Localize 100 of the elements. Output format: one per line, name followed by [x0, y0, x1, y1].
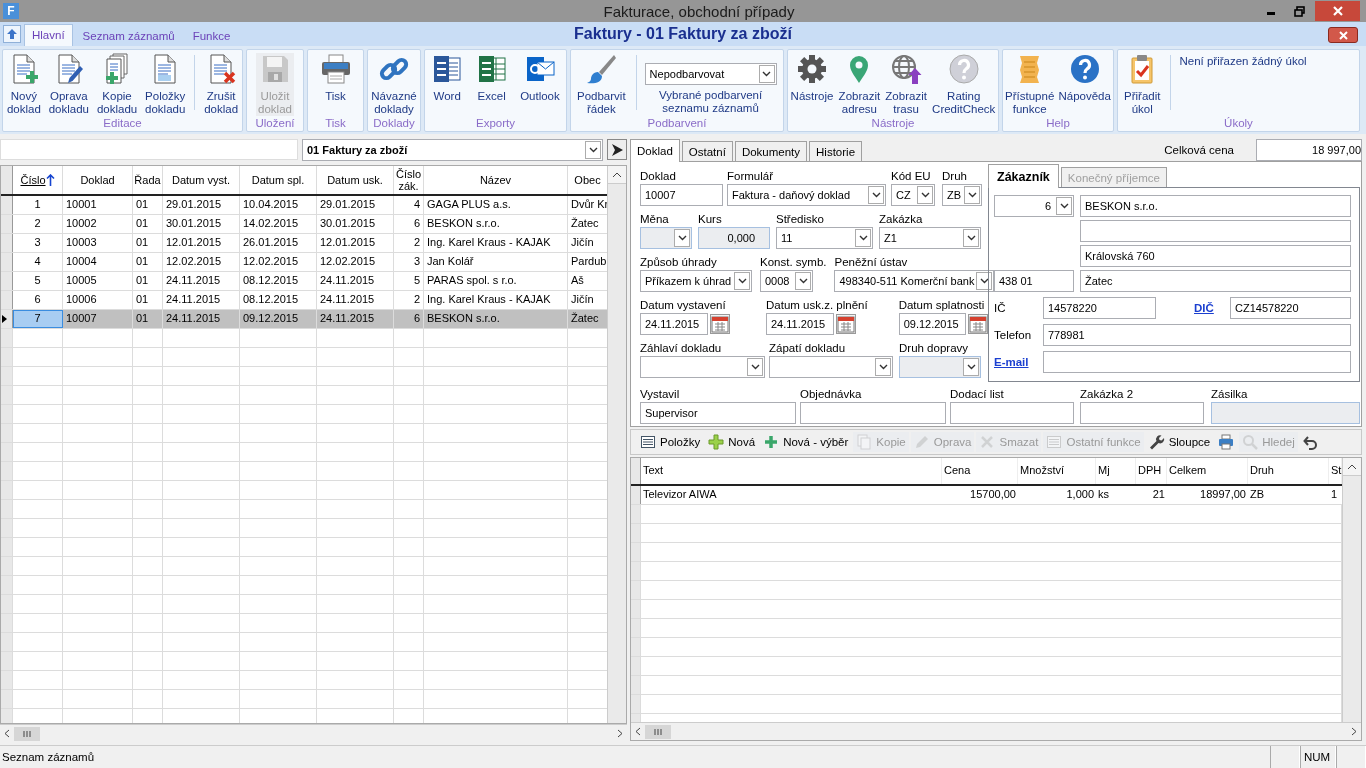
text-field[interactable]	[1080, 220, 1351, 242]
text-field[interactable]: 10007	[640, 184, 723, 206]
table-row[interactable]: 7 10007 01 24.11.2015 09.12.2015 24.11.2015 6 BESKON s.r.o. Žatec	[1, 310, 608, 329]
ribbon-button[interactable]: Přiřadit úkol	[1122, 53, 1163, 116]
text-field[interactable]: 438 01	[994, 270, 1074, 292]
table-row[interactable]: 5 10005 01 24.11.2015 08.12.2015 24.11.2015 5 PARAS spol. s r.o. Aš	[1, 272, 608, 291]
toolbar-button[interactable]: Nová - výběr	[760, 432, 852, 452]
column-header[interactable]: Cena	[942, 458, 1018, 484]
ribbon-button[interactable]: Outlook	[518, 53, 562, 103]
calendar-button[interactable]	[836, 314, 856, 334]
ribbon-tab[interactable]: Funkce	[184, 25, 239, 46]
ribbon-button[interactable]: Nástroje	[788, 53, 836, 103]
go-button[interactable]	[607, 139, 627, 160]
customer-number-dropdown[interactable]: 6	[994, 195, 1074, 217]
table-cell-text: 15700,00	[969, 487, 1017, 502]
ribbon-button[interactable]: Zrušit doklad	[202, 53, 241, 116]
toolbar-button[interactable]: Položky	[637, 432, 704, 452]
table-row[interactable]: 2 10002 01 30.01.2015 14.02.2015 30.01.2015 6 BESKON s.r.o. Žatec	[1, 215, 608, 234]
text-field[interactable]	[950, 402, 1074, 424]
date-field[interactable]: 09.12.2015	[898, 313, 966, 335]
ribbon-button[interactable]: Návazné doklady	[369, 53, 419, 116]
ribbon-tab[interactable]: Hlavní	[24, 24, 73, 46]
table-row[interactable]: 3 10003 01 12.01.2015 26.01.2015 12.01.2015 2 Ing. Karel Kraus - KAJAK Jičín	[1, 234, 608, 253]
field-label: Telefon	[994, 329, 1033, 341]
vertical-scrollbar[interactable]	[607, 166, 626, 723]
globe-arrow-icon	[890, 53, 923, 85]
tab[interactable]: Historie	[809, 141, 863, 161]
field-link[interactable]: DIČ	[1194, 302, 1230, 314]
column-header[interactable]: DPH	[1136, 458, 1167, 484]
field-link[interactable]: E-mail	[994, 356, 1043, 368]
ribbon-button[interactable]: Nový doklad	[4, 53, 43, 116]
ribbon-button[interactable]: Položky dokladu	[143, 53, 188, 116]
calendar-button[interactable]	[710, 314, 730, 334]
ribbon-button[interactable]: Nápověda	[1056, 53, 1113, 103]
horizontal-scrollbar[interactable]	[0, 724, 627, 742]
close-button[interactable]	[1315, 1, 1360, 21]
horizontal-scrollbar[interactable]	[631, 722, 1361, 740]
column-header[interactable]: Text	[641, 458, 942, 484]
column-header[interactable]: Druh	[1248, 458, 1329, 484]
text-field[interactable]: Žatec	[1080, 270, 1351, 292]
text-field[interactable]: BESKON s.r.o.	[1080, 195, 1351, 217]
column-header[interactable]: Celkem	[1167, 458, 1248, 484]
field-label: Zápatí dokladu	[769, 341, 847, 356]
dropdown-field[interactable]: ZB	[942, 184, 982, 206]
text-field[interactable]	[1080, 402, 1204, 424]
text-field[interactable]: Královská 760	[1080, 245, 1351, 267]
view-dropdown[interactable]: 01 Faktury za zboží	[302, 139, 603, 161]
column-header[interactable]: Množství	[1018, 458, 1096, 484]
ribbon-button[interactable]: Rating CreditCheck	[930, 53, 998, 116]
text-field[interactable]	[1043, 351, 1351, 373]
ribbon-tab[interactable]: Seznam záznamů	[74, 25, 183, 46]
text-field[interactable]	[800, 402, 946, 424]
table-cell: 2	[394, 234, 424, 252]
date-field[interactable]: 24.11.2015	[640, 313, 708, 335]
close-button[interactable]	[1328, 27, 1358, 43]
ribbon-button[interactable]: Kopie dokladu	[94, 53, 140, 116]
dropdown-field[interactable]: 0008	[760, 270, 813, 292]
text-field[interactable]: Supervisor	[640, 402, 796, 424]
table-cell: 01	[133, 196, 163, 214]
calendar-button[interactable]	[967, 314, 988, 334]
tab[interactable]: Doklad	[630, 139, 680, 162]
date-field[interactable]: 24.11.2015	[766, 313, 834, 335]
field-label: Středisko	[776, 212, 825, 227]
scroll-thumb[interactable]	[645, 724, 671, 739]
table-cell: BESKON s.r.o.	[424, 215, 568, 233]
ribbon-button[interactable]: Oprava dokladu	[46, 53, 91, 116]
table-row[interactable]: 4 10004 01 12.02.2015 12.02.2015 12.02.2015 3 Jan Kolář Pardubi	[1, 253, 608, 272]
dropdown-field[interactable]: Faktura - daňový doklad	[727, 184, 886, 206]
text-field[interactable]: 14578220	[1043, 297, 1156, 319]
ribbon-button[interactable]: Tisk	[317, 53, 354, 103]
dropdown-field[interactable]: 498340-511 Komerční bank	[834, 270, 995, 292]
dropdown-field[interactable]: Z1	[879, 227, 981, 249]
dropdown-field[interactable]	[769, 356, 893, 378]
text-field[interactable]: 778981	[1043, 324, 1351, 346]
ribbon-button[interactable]: Podbarvit řádek	[575, 53, 628, 116]
toolbar-button[interactable]: Sloupce	[1145, 432, 1214, 452]
column-header[interactable]: Mj	[1096, 458, 1136, 484]
ribbon-button[interactable]: Přístupné funkce	[1003, 53, 1057, 116]
dropdown-field[interactable]	[640, 356, 765, 378]
ribbon-button[interactable]: Word	[429, 53, 466, 103]
coloring-dropdown[interactable]: Nepodbarvovat	[644, 63, 777, 85]
vertical-scrollbar[interactable]	[1342, 458, 1361, 722]
ribbon-button[interactable]: Excel	[473, 53, 510, 103]
tab[interactable]: Ostatní	[681, 141, 733, 161]
scroll-thumb[interactable]	[14, 726, 40, 741]
group-label: Help	[1045, 116, 1071, 131]
status-pane	[1270, 746, 1300, 768]
dropdown-field[interactable]: Příkazem k úhrad	[640, 270, 752, 292]
column-header[interactable]: Řada	[133, 166, 163, 194]
dropdown-field[interactable]: CZ	[891, 184, 935, 206]
ribbon-button[interactable]: Zobrazit trasu	[883, 53, 929, 116]
dropdown-field[interactable]: 11	[776, 227, 873, 249]
text-field[interactable]	[0, 139, 298, 160]
text-field[interactable]: CZ14578220	[1230, 297, 1351, 319]
tab[interactable]: Dokumenty	[734, 141, 808, 161]
tab[interactable]: Zákazník	[988, 164, 1059, 188]
toolbar-button[interactable]: Nová	[705, 432, 759, 452]
column-header[interactable]: Číslo zák.	[394, 166, 424, 194]
ribbon-button[interactable]: Zobrazit adresu	[836, 53, 883, 116]
quick-access-button[interactable]	[3, 25, 21, 43]
